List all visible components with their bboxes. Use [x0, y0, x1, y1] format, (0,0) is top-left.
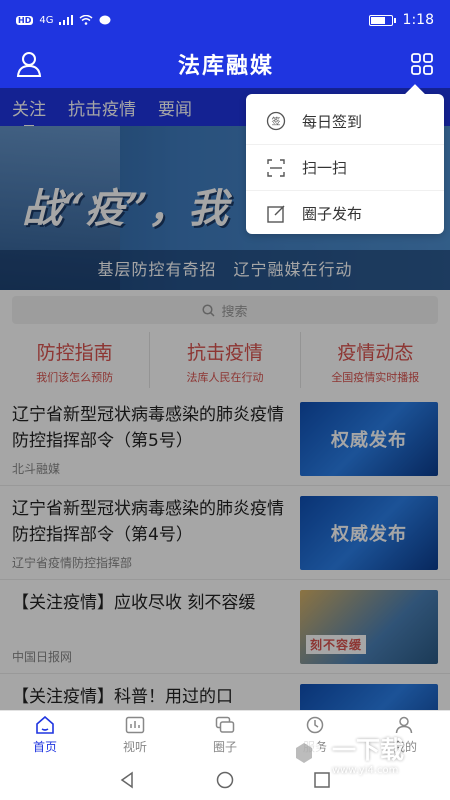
signal-icon	[59, 15, 74, 25]
app-screen: HD 4G 1:18 法库融媒 关注 抗击疫情 要闻 战“疫”，我 基层防控有奇…	[0, 0, 450, 800]
home-circle-icon[interactable]	[216, 771, 234, 789]
sign-in-icon: 签	[266, 111, 286, 131]
menu-item-label: 每日签到	[302, 112, 363, 131]
nav-audio-video[interactable]: 视听	[90, 711, 180, 760]
menu-grid-icon[interactable]	[410, 52, 434, 76]
home-icon	[36, 716, 54, 734]
popup-menu: 签 每日签到 扫一扫 圈子发布	[246, 94, 444, 234]
menu-item-label: 扫一扫	[302, 159, 348, 177]
app-header: 法库融媒	[0, 40, 450, 88]
status-time: 1:18	[402, 12, 434, 28]
status-left: HD 4G	[16, 15, 111, 26]
watermark-logo-icon	[288, 735, 320, 771]
nav-circle[interactable]: 圈子	[180, 711, 270, 760]
battery-level	[370, 16, 385, 24]
status-right: 1:18	[368, 12, 434, 28]
scan-icon	[266, 158, 286, 178]
chart-icon	[125, 716, 145, 734]
message-icon	[99, 15, 111, 24]
back-icon[interactable]	[119, 771, 137, 789]
nav-label: 视听	[122, 740, 147, 754]
edit-icon	[266, 204, 286, 224]
menu-item-scan[interactable]: 扫一扫	[246, 144, 444, 190]
battery-icon	[368, 14, 396, 26]
nav-home[interactable]: 首页	[0, 711, 90, 760]
watermark-text: 一下载	[332, 736, 404, 764]
hd-indicator: HD	[16, 15, 34, 25]
app-title: 法库融媒	[177, 53, 274, 79]
user-icon[interactable]	[16, 51, 42, 77]
chat-icon	[215, 716, 235, 733]
menu-item-label: 圈子发布	[302, 205, 363, 223]
watermark: 一下载 www.yi4.com	[284, 718, 432, 788]
signal-label: 4G	[39, 14, 54, 26]
wifi-icon	[79, 15, 93, 25]
watermark-url: www.yi4.com	[332, 765, 399, 776]
status-bar: HD 4G 1:18	[0, 0, 450, 40]
svg-text:签: 签	[271, 116, 280, 128]
menu-item-daily-sign-in[interactable]: 签 每日签到	[246, 98, 444, 144]
nav-label: 圈子	[212, 740, 237, 754]
menu-item-circle-post[interactable]: 圈子发布	[246, 190, 444, 236]
nav-label: 首页	[32, 740, 57, 754]
